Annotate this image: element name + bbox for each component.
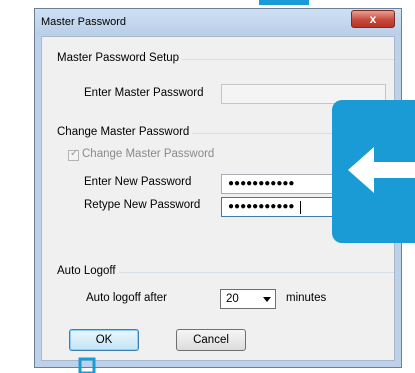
cancel-button[interactable]: Cancel [176, 329, 246, 351]
change-password-checkbox-label: Change Master Password [82, 148, 215, 160]
auto-logoff-minutes-select[interactable]: 20 [220, 289, 276, 309]
text-caret [300, 201, 301, 214]
ok-button[interactable]: OK [69, 329, 139, 351]
title-bar[interactable]: Master Password x [35, 9, 401, 35]
setup-group-title: Master Password Setup [54, 52, 183, 64]
enter-master-password-label: Enter Master Password [84, 87, 204, 99]
top-highlight-marker [259, 0, 309, 5]
window-title: Master Password [41, 16, 126, 28]
auto-logoff-group-title: Auto Logoff [54, 265, 119, 277]
arrow-left-icon [348, 147, 415, 193]
retype-password-label: Retype New Password [84, 199, 201, 211]
new-password-label: Enter New Password [84, 176, 192, 188]
close-button[interactable]: x [351, 10, 395, 28]
retype-password-input[interactable]: ●●●●●●●●●●● [221, 197, 335, 217]
focus-marker-icon [78, 357, 96, 373]
auto-logoff-group: Auto Logoff Auto logoff after 20 minutes [54, 265, 394, 313]
close-icon: x [369, 12, 377, 26]
auto-logoff-after-label: Auto logoff after [86, 292, 167, 304]
checkmark-icon: ✓ [70, 148, 79, 159]
arrow-callout [332, 100, 415, 243]
change-password-checkbox[interactable]: ✓ [68, 148, 79, 161]
change-group-title: Change Master Password [54, 126, 193, 138]
chevron-down-icon [263, 297, 271, 302]
minutes-unit-label: minutes [286, 292, 327, 304]
